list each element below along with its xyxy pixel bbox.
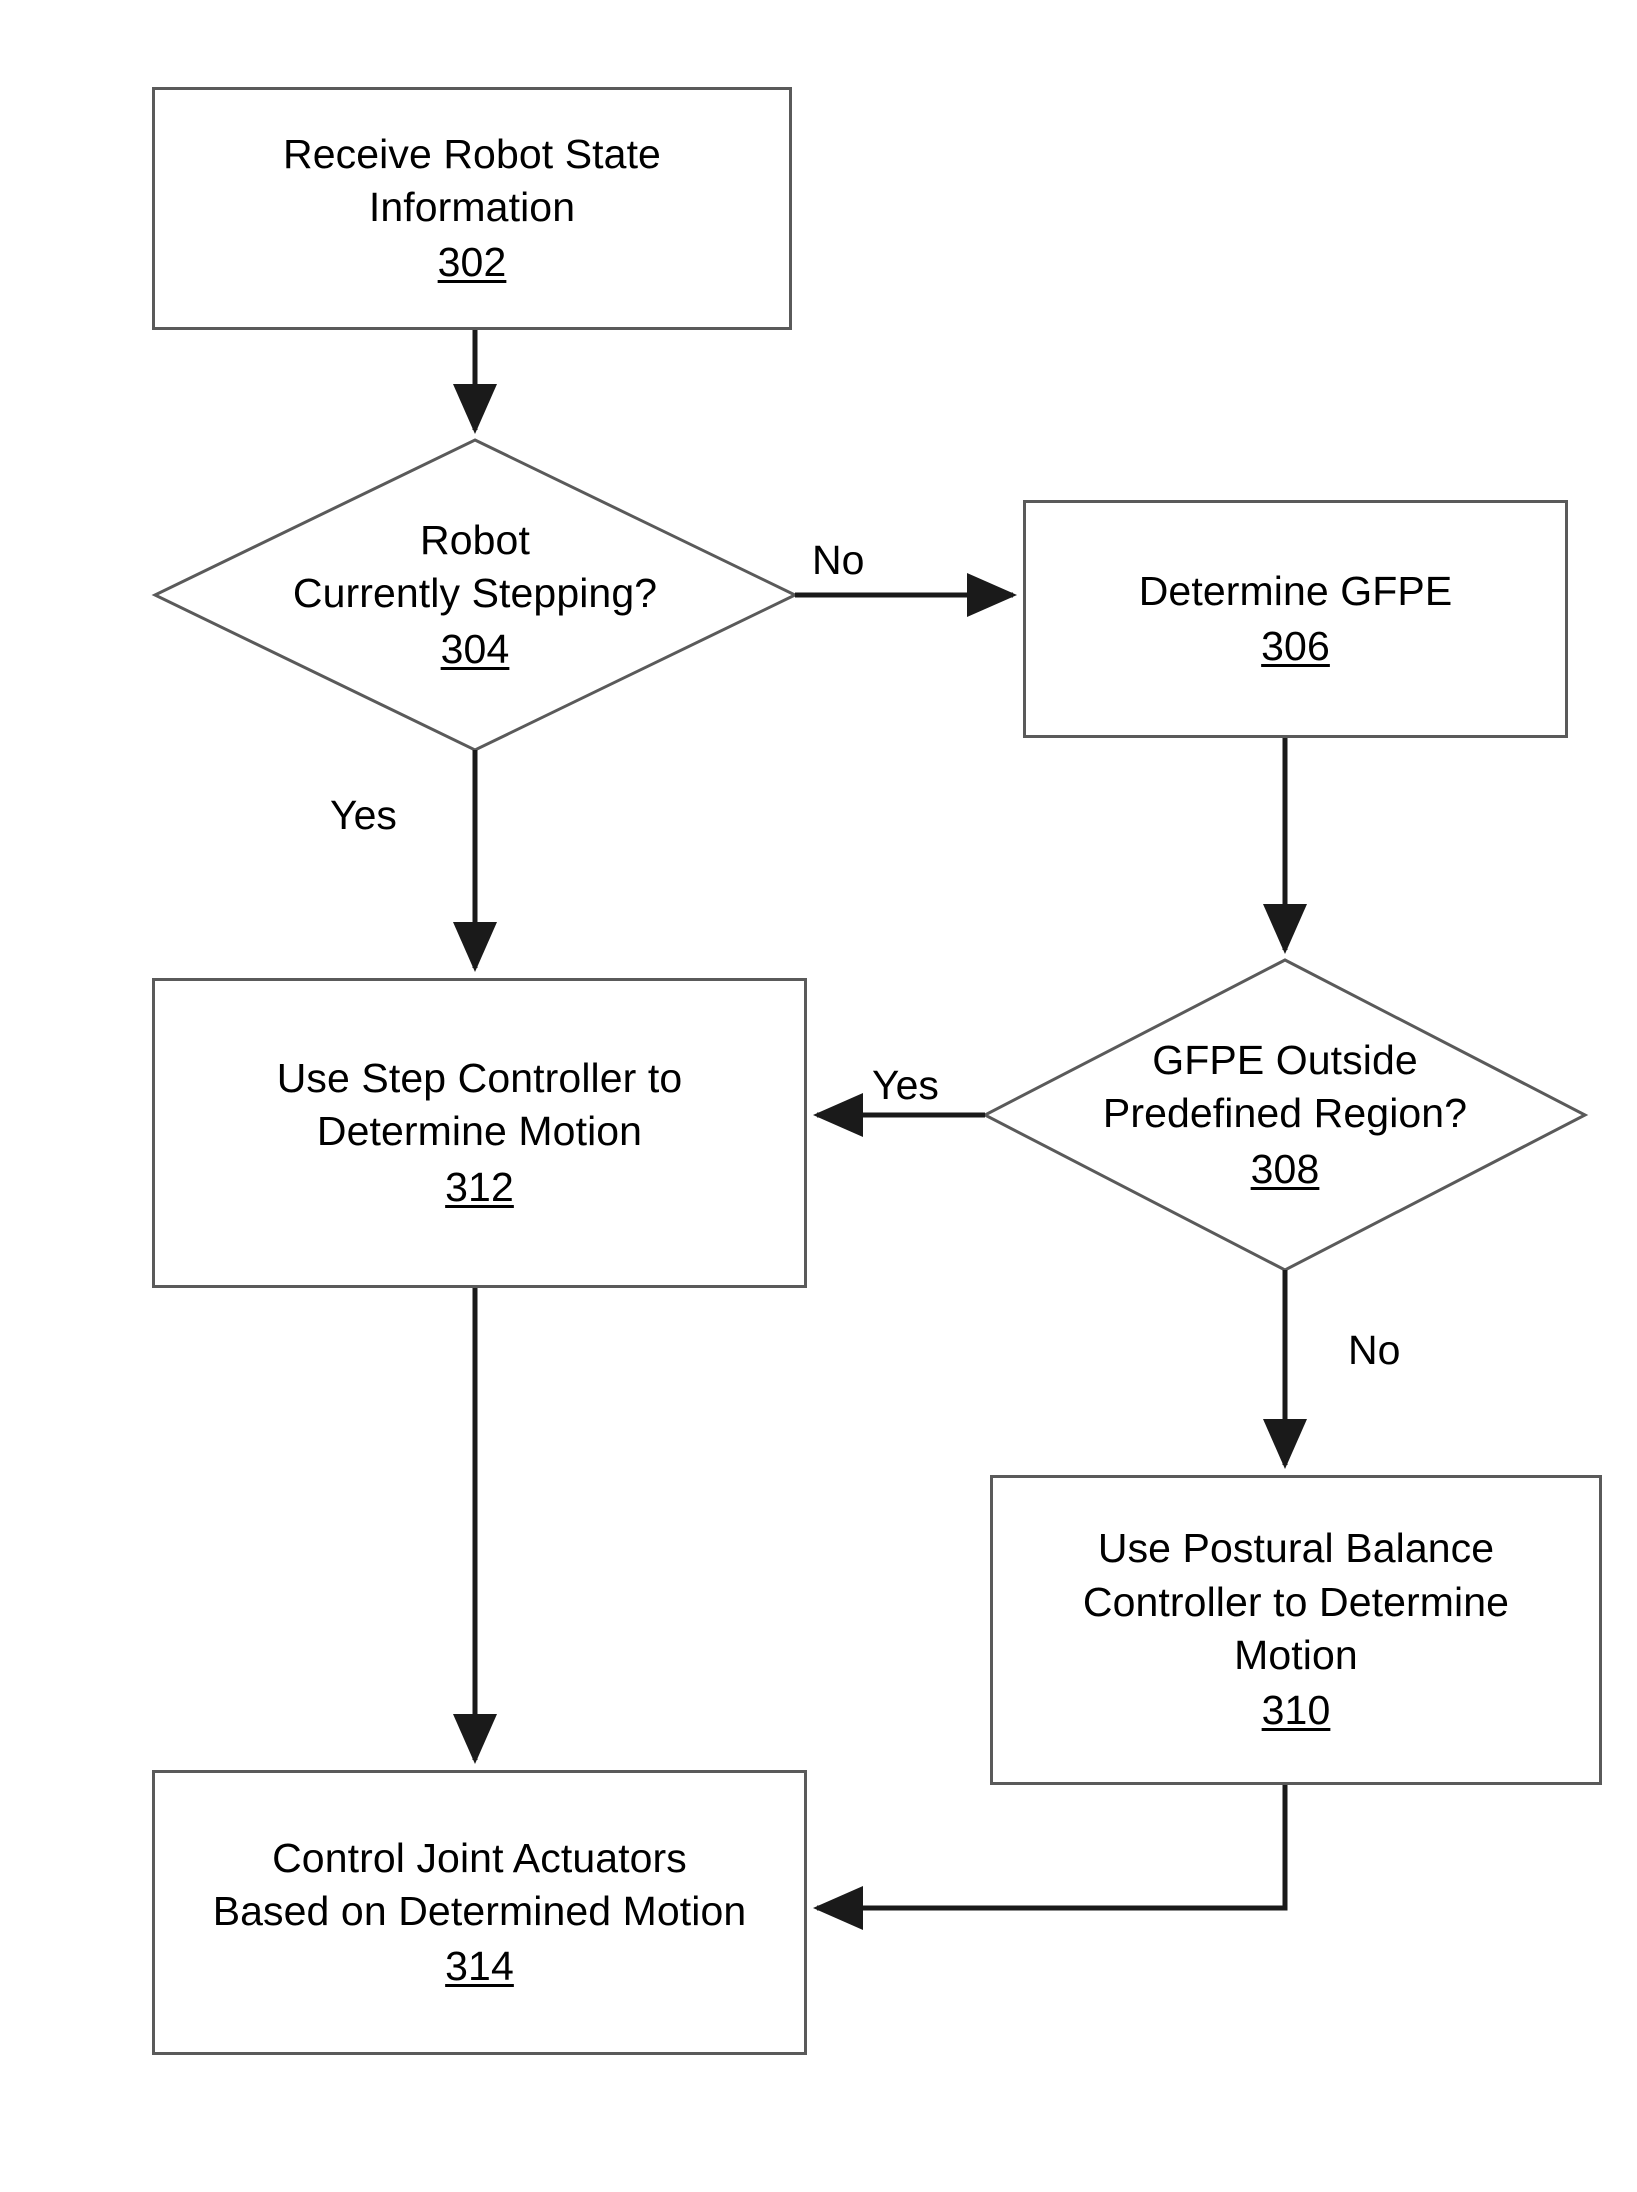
- node-304-line-2: Currently Stepping?: [292, 570, 658, 617]
- node-304-reference: 304: [440, 625, 510, 672]
- node-302-line-1: Receive Robot State: [283, 130, 661, 177]
- edge-310-to-314: [812, 1785, 1288, 1930]
- node-312-line-2: Determine Motion: [316, 1108, 643, 1155]
- node-310-line-1: Use Postural Balance: [1097, 1525, 1495, 1572]
- process-node-312[interactable]: Use Step Controller to Determine Motion …: [152, 978, 807, 1288]
- node-314-reference: 314: [445, 1943, 514, 1990]
- process-node-314[interactable]: Control Joint Actuators Based on Determi…: [152, 1770, 807, 2055]
- node-314-line-1: Control Joint Actuators: [272, 1834, 687, 1881]
- node-310-line-3: Motion: [1234, 1632, 1358, 1678]
- decision-node-308[interactable]: GFPE Outside Predefined Region? 308: [985, 960, 1585, 1270]
- node-310-line-2: Controller to Determine: [1082, 1578, 1510, 1625]
- node-306-line-1: Determine GFPE: [1138, 567, 1453, 614]
- node-308-line-2: Predefined Region?: [1102, 1090, 1468, 1137]
- process-node-302[interactable]: Receive Robot State Information 302: [152, 87, 792, 330]
- node-304-line-1: Robot: [420, 517, 530, 564]
- process-node-306[interactable]: Determine GFPE 306: [1023, 500, 1568, 738]
- edge-label-no-304-to-306: No: [812, 537, 865, 583]
- node-310-reference: 310: [1261, 1687, 1331, 1734]
- node-312-line-1: Use Step Controller to: [276, 1055, 683, 1102]
- node-308-reference: 308: [1250, 1145, 1320, 1192]
- node-302-reference: 302: [437, 239, 507, 286]
- edge-label-yes-308-to-312: Yes: [872, 1062, 939, 1108]
- node-306-reference: 306: [1261, 623, 1330, 669]
- edge-label-no-308-to-310: No: [1348, 1327, 1401, 1373]
- node-314-line-2: Based on Determined Motion: [212, 1887, 747, 1934]
- decision-node-304[interactable]: Robot Currently Stepping? 304: [155, 440, 795, 750]
- node-308-line-1: GFPE Outside: [1152, 1037, 1418, 1084]
- process-node-310[interactable]: Use Postural Balance Controller to Deter…: [990, 1475, 1602, 1785]
- edge-label-yes-304-to-312: Yes: [330, 792, 397, 838]
- flowchart-figure: Receive Robot State Information 302 Robo…: [0, 0, 1637, 2192]
- node-302-line-2: Information: [368, 183, 576, 230]
- node-312-reference: 312: [445, 1163, 514, 1210]
